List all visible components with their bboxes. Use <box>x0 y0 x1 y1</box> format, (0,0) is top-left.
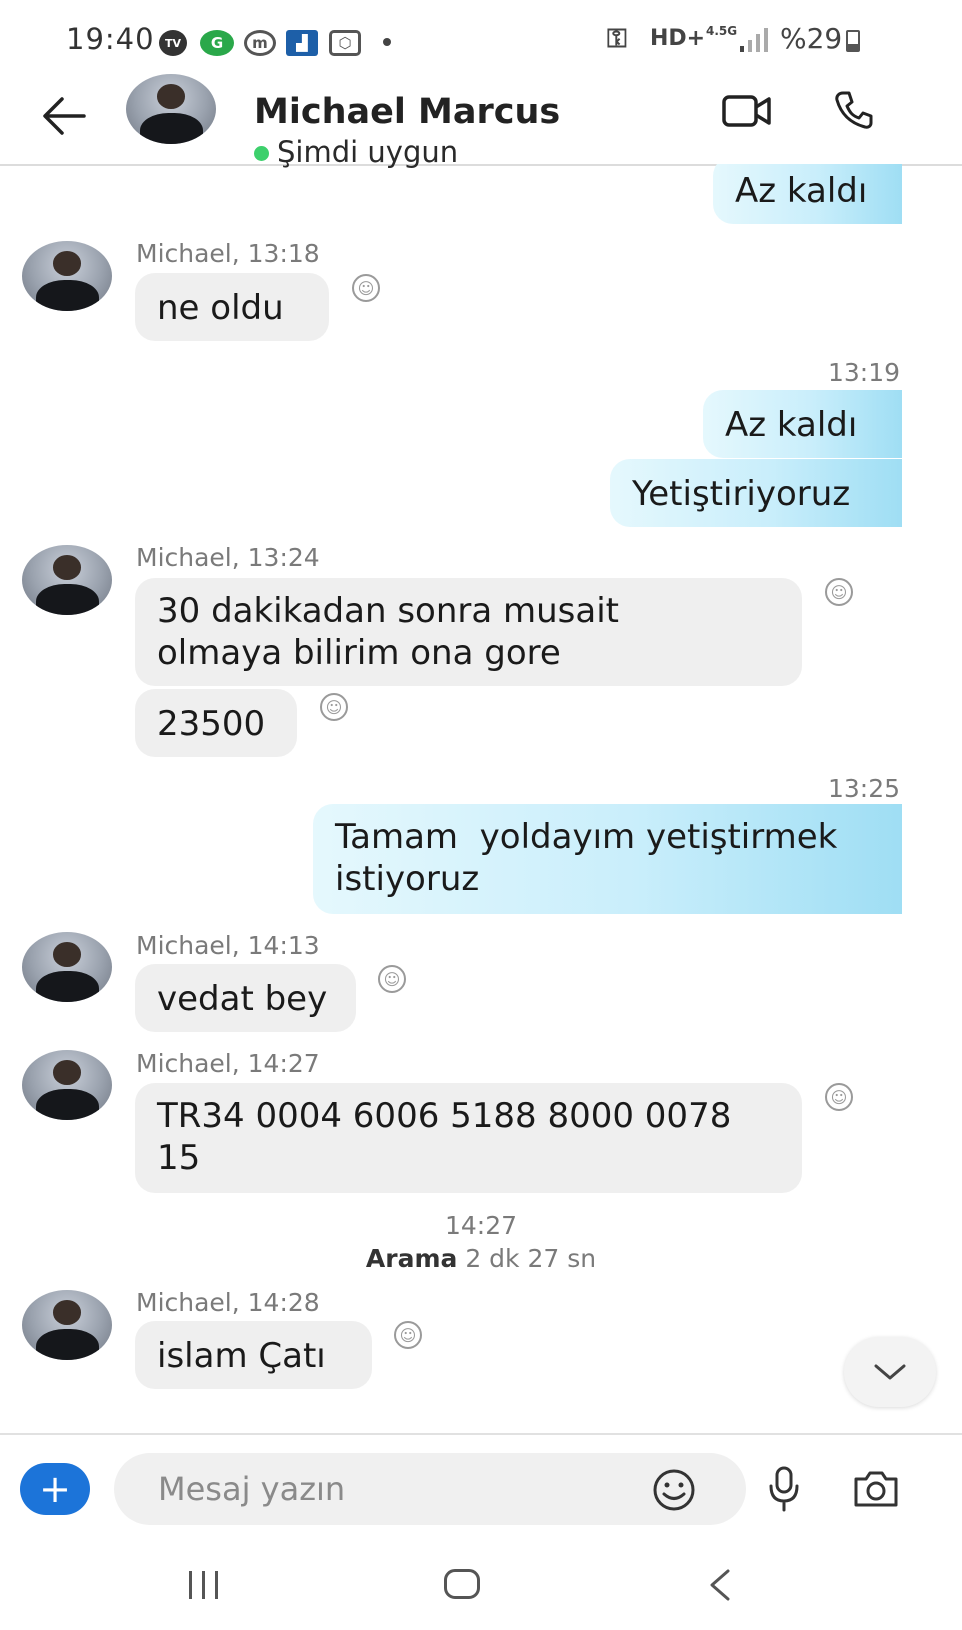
contact-avatar[interactable] <box>126 74 216 144</box>
incoming-message[interactable]: TR34 0004 6006 5188 8000 0078 15 <box>135 1083 802 1193</box>
online-status-dot <box>254 146 269 161</box>
message-text-line: TR34 0004 6006 5188 8000 0078 <box>157 1096 732 1136</box>
message-text: vedat bey <box>157 979 328 1019</box>
hexagon-app-icon: ⬡ <box>329 30 361 56</box>
microphone-icon[interactable] <box>766 1465 802 1513</box>
sender-avatar[interactable] <box>22 545 112 615</box>
sender-avatar[interactable] <box>22 1050 112 1120</box>
ring-app-icon: m <box>244 30 276 56</box>
incoming-message[interactable]: 30 dakikadan sonra musait olmaya bilirim… <box>135 578 802 686</box>
add-attachment-button[interactable]: + <box>20 1463 90 1515</box>
sender-avatar[interactable] <box>22 932 112 1002</box>
signal-icon <box>740 28 770 52</box>
network-label: HD+ <box>650 26 706 51</box>
contact-name[interactable]: Michael Marcus <box>254 92 560 132</box>
battery-icon <box>846 30 860 52</box>
sender-time-label: Michael, 13:18 <box>136 239 320 268</box>
message-text-line: 15 <box>157 1138 201 1178</box>
green-app-icon: G <box>200 30 234 56</box>
status-bar: 19:40 TV G m ▟ ⬡ ⚿ HD+ 4.5G %29 <box>0 0 962 80</box>
system-navigation-bar <box>0 1543 962 1630</box>
sender-time-label: Michael, 14:13 <box>136 931 320 960</box>
react-smiley-icon[interactable]: ☺ <box>825 578 853 606</box>
dot-icon <box>383 38 391 46</box>
scroll-down-button[interactable] <box>844 1337 936 1407</box>
camera-icon[interactable] <box>852 1469 900 1509</box>
message-text-line: Tamam yoldayım yetiştirmek <box>335 817 838 857</box>
emoji-icon[interactable] <box>652 1468 696 1512</box>
recent-apps-button[interactable] <box>185 1571 225 1601</box>
chat-header: Michael Marcus Şimdi uygun <box>0 74 962 169</box>
back-nav-icon[interactable] <box>706 1568 734 1602</box>
react-smiley-icon[interactable]: ☺ <box>825 1083 853 1111</box>
incoming-message[interactable]: islam Çatı <box>135 1321 372 1389</box>
chart-app-icon: ▟ <box>286 30 318 56</box>
sender-time-label: Michael, 13:24 <box>136 543 320 572</box>
chevron-down-icon <box>874 1364 906 1380</box>
sender-time-label: Michael, 14:27 <box>136 1049 320 1078</box>
key-icon: ⚿ <box>607 24 627 54</box>
sender-avatar[interactable] <box>22 241 112 311</box>
battery-percent: %29 <box>780 22 843 55</box>
sender-avatar[interactable] <box>22 1290 112 1360</box>
outgoing-message[interactable]: Yetiştiriyoruz <box>610 459 902 527</box>
message-time: 13:19 <box>827 358 900 387</box>
call-event-duration: 2 dk 27 sn <box>465 1244 597 1273</box>
call-event[interactable]: Arama 2 dk 27 sn <box>0 1244 962 1273</box>
home-button[interactable] <box>444 1569 480 1599</box>
call-event-time: 14:27 <box>444 1211 518 1240</box>
message-composer: + <box>0 1433 962 1545</box>
outgoing-message[interactable]: Az kaldı <box>703 390 902 458</box>
message-text: Az kaldı <box>725 405 858 445</box>
status-time: 19:40 <box>66 22 155 56</box>
call-event-label: Arama <box>365 1244 458 1273</box>
plus-icon: + <box>39 1467 71 1511</box>
react-smiley-icon[interactable]: ☺ <box>352 274 380 302</box>
back-arrow-icon[interactable] <box>40 94 88 138</box>
react-smiley-icon[interactable]: ☺ <box>378 965 406 993</box>
incoming-message[interactable]: ne oldu <box>135 273 329 341</box>
react-smiley-icon[interactable]: ☺ <box>320 693 348 721</box>
phone-call-icon[interactable] <box>834 90 874 130</box>
message-text-line: 30 dakikadan sonra musait <box>157 591 620 631</box>
incoming-message[interactable]: 23500 <box>135 689 297 757</box>
network-type: 4.5G <box>706 24 738 38</box>
incoming-message[interactable]: vedat bey <box>135 964 356 1032</box>
message-text-line: olmaya bilirim ona gore <box>157 633 561 673</box>
react-smiley-icon[interactable]: ☺ <box>394 1321 422 1349</box>
message-text: Az kaldı <box>735 171 868 211</box>
video-call-icon[interactable] <box>722 94 772 128</box>
sender-time-label: Michael, 14:28 <box>136 1288 320 1317</box>
tv-icon: TV <box>159 30 187 56</box>
message-text: islam Çatı <box>157 1336 326 1376</box>
message-text: 23500 <box>157 704 266 744</box>
outgoing-message[interactable]: Az kaldı <box>713 164 902 224</box>
message-text: ne oldu <box>157 288 284 328</box>
message-list[interactable]: Az kaldı Michael, 13:18 ne oldu ☺ 13:19 … <box>0 164 962 1433</box>
message-text: Yetiştiriyoruz <box>632 474 851 514</box>
message-text-line: istiyoruz <box>335 859 480 899</box>
outgoing-message[interactable]: Tamam yoldayım yetiştirmek istiyoruz <box>313 804 902 914</box>
message-time: 13:25 <box>827 774 900 803</box>
